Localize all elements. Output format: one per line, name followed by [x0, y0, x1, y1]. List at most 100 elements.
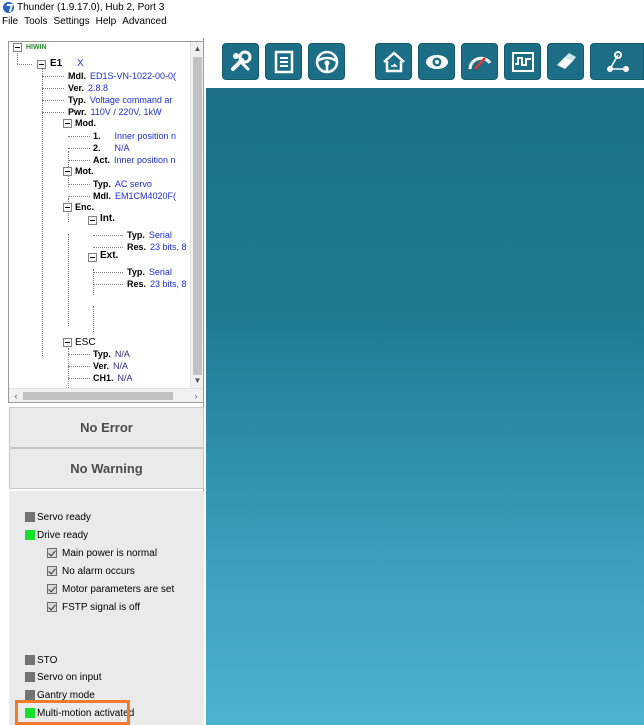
tree-e1-value: X: [77, 58, 84, 69]
menu-tools[interactable]: Tools: [24, 16, 47, 27]
monitor-eye-icon: [425, 54, 448, 69]
sto-label: STO: [37, 654, 58, 666]
tools-icon: [230, 50, 251, 71]
servo-on-input-indicator: Servo on input: [25, 670, 102, 684]
drive-ready-label: Drive ready: [37, 529, 89, 541]
tree-expander-mot[interactable]: [63, 167, 72, 176]
gauge-button[interactable]: [461, 43, 498, 80]
parameters-icon: [274, 50, 293, 73]
device-tree: HIWIN E1 X Mdl. ED1S-VN-1022-00-0( Ver. 2.…: [8, 41, 204, 403]
network-icon: [607, 50, 629, 72]
check-main-power: Main power is normal: [47, 546, 157, 560]
device-tree-content: HIWIN E1 X Mdl. ED1S-VN-1022-00-0( Ver. 2.…: [9, 42, 191, 396]
checkbox-checked-icon: [47, 548, 57, 558]
tree-mot-mdl[interactable]: Mdl. EM1CM4020F(: [93, 190, 176, 202]
tree-mot[interactable]: Mot.: [75, 165, 94, 177]
tree-int-typ[interactable]: Typ. Serial: [127, 229, 172, 241]
menu-settings[interactable]: Settings: [53, 16, 89, 27]
tree-esc-ver[interactable]: Ver. N/A: [93, 360, 128, 372]
checkbox-checked-icon: [47, 566, 57, 576]
tree-drive-mdl[interactable]: Mdl. ED1S-VN-1022-00-0(: [68, 70, 176, 82]
servo-on-input-led: [25, 672, 35, 682]
check-fstp-label: FSTP signal is off: [62, 601, 140, 613]
tree-root-label[interactable]: HIWIN: [26, 42, 47, 54]
tree-expander-enc[interactable]: [63, 203, 72, 212]
tree-vertical-scroll-thumb[interactable]: [193, 57, 202, 375]
gantry-mode-label: Gantry mode: [37, 689, 95, 701]
menu-file[interactable]: File: [2, 16, 18, 27]
main-workspace: [206, 38, 644, 725]
tree-expander-ext[interactable]: [88, 253, 97, 262]
tree-mod-2[interactable]: 2. N/A: [93, 142, 130, 154]
connector-icon: [556, 52, 576, 69]
scroll-down-icon[interactable]: ▼: [191, 374, 203, 388]
multi-motion-highlight-box: [15, 700, 130, 725]
title-bar: Thunder (1.9.17.0), Hub 2, Port 3: [0, 0, 644, 14]
tree-expander-e1[interactable]: [37, 60, 46, 69]
tree-drive-typ[interactable]: Typ. Voltage command ar: [68, 94, 172, 106]
tree-ext[interactable]: Ext.: [100, 250, 118, 262]
tree-esc[interactable]: ESC: [75, 336, 96, 348]
tree-mot-typ[interactable]: Typ. AC servo: [93, 178, 152, 190]
home-button[interactable]: [375, 43, 412, 80]
menu-bar: File Tools Settings Help Advanced: [0, 14, 644, 28]
tree-horizontal-scrollbar[interactable]: ‹ ›: [9, 388, 203, 402]
monitor-button[interactable]: [418, 43, 455, 80]
tree-mod-1[interactable]: 1. Inner position n: [93, 130, 176, 142]
tree-int[interactable]: Int.: [100, 213, 115, 225]
tree-mod[interactable]: Mod.: [75, 117, 96, 129]
tree-horizontal-scroll-thumb[interactable]: [23, 392, 173, 400]
scroll-right-icon[interactable]: ›: [189, 389, 203, 402]
gauge-icon: [468, 56, 491, 70]
scroll-up-icon[interactable]: ▲: [191, 42, 203, 56]
steering-wheel-button[interactable]: [308, 43, 345, 80]
tree-vertical-scrollbar[interactable]: ▲ ▼: [190, 42, 203, 388]
tree-expander-mod[interactable]: [63, 119, 72, 128]
scope-icon: [511, 51, 534, 72]
servo-on-input-label: Servo on input: [37, 671, 102, 683]
check-no-alarm-label: No alarm occurs: [62, 565, 135, 577]
tree-drive-ver[interactable]: Ver. 2.8.8: [68, 82, 108, 94]
servo-ready-label: Servo ready: [37, 511, 91, 523]
check-fstp: FSTP signal is off: [47, 600, 140, 614]
connector-button[interactable]: [547, 43, 584, 80]
check-main-power-label: Main power is normal: [62, 547, 158, 559]
check-motor-params-label: Motor parameters are set: [62, 583, 175, 595]
servo-ready-led: [25, 512, 35, 522]
warning-status: No Warning: [9, 448, 204, 489]
tools-button[interactable]: [222, 43, 259, 80]
check-no-alarm: No alarm occurs: [47, 564, 135, 578]
steering-wheel-icon: [315, 50, 338, 73]
checkbox-checked-icon: [47, 602, 57, 612]
error-status: No Error: [9, 407, 204, 448]
drive-ready-indicator: Drive ready: [25, 528, 88, 542]
tree-expander-esc[interactable]: [63, 338, 72, 347]
left-panel: HIWIN E1 X Mdl. ED1S-VN-1022-00-0( Ver. 2.…: [0, 38, 204, 725]
network-button[interactable]: [590, 43, 644, 80]
servo-ready-indicator: Servo ready: [25, 510, 91, 524]
window-title: Thunder (1.9.17.0), Hub 2, Port 3: [17, 1, 165, 13]
tree-int-res[interactable]: Res. 23 bits, 8: [127, 241, 187, 253]
scroll-left-icon[interactable]: ‹: [9, 389, 23, 402]
tree-e1-label: E1: [50, 58, 63, 69]
drive-ready-led: [25, 530, 35, 540]
sto-led: [25, 655, 35, 665]
tree-ext-res[interactable]: Res. 23 bits, 8: [127, 278, 187, 290]
tree-e1[interactable]: E1 X: [50, 58, 84, 70]
thunder-app-icon: [3, 1, 14, 13]
home-icon: [382, 50, 405, 72]
parameters-button[interactable]: [265, 43, 302, 80]
tree-esc-ch1[interactable]: CH1. N/A: [93, 372, 133, 384]
check-motor-params: Motor parameters are set: [47, 582, 174, 596]
checkbox-checked-icon: [47, 584, 57, 594]
menu-advanced[interactable]: Advanced: [122, 16, 166, 27]
tree-expander-root[interactable]: [13, 43, 22, 52]
scope-button[interactable]: [504, 43, 541, 80]
menu-help[interactable]: Help: [96, 16, 117, 27]
gantry-mode-led: [25, 690, 35, 700]
tree-expander-int[interactable]: [88, 216, 97, 225]
tree-mod-act[interactable]: Act. Inner position n: [93, 154, 176, 166]
tree-esc-typ[interactable]: Typ. N/A: [93, 348, 130, 360]
tree-enc[interactable]: Enc.: [75, 201, 94, 213]
tree-ext-typ[interactable]: Typ. Serial: [127, 266, 172, 278]
